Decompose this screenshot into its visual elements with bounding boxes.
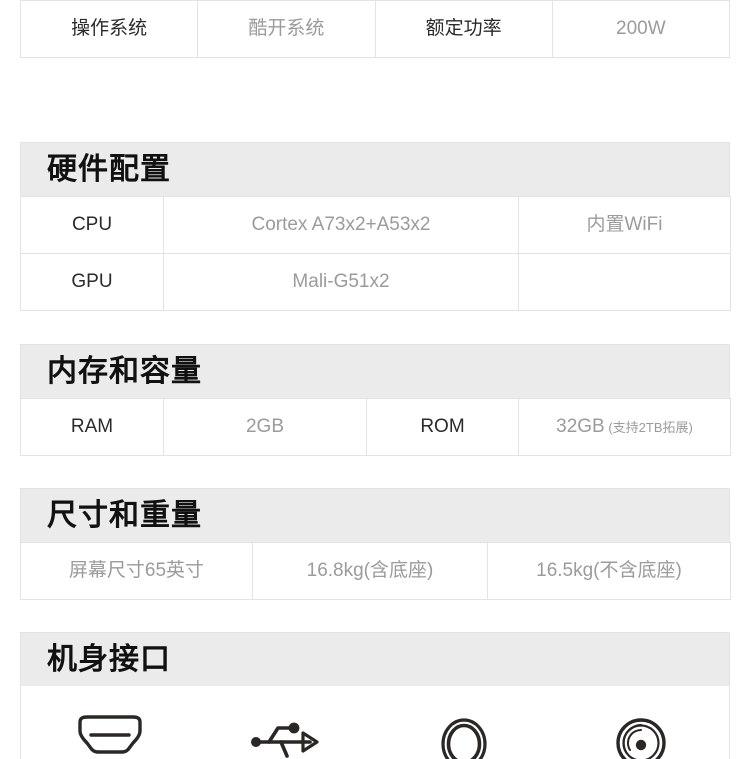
memory-spec-block: RAM 2GB ROM 32GB (支持2TB拓展) xyxy=(20,398,731,456)
basic-spec-table: 产品型号P50分辨率3840*2160操作系统酷开系统额定功率200W xyxy=(19,0,731,58)
table-cell: 操作系统 xyxy=(19,0,199,58)
memory-spec-table: RAM 2GB ROM 32GB (支持2TB拓展) xyxy=(20,398,731,456)
usb-port-icon xyxy=(247,714,327,759)
port-item-hdmi xyxy=(21,686,198,759)
av-jack-port-icon xyxy=(436,714,492,759)
section-header-hardware: 硬件配置 xyxy=(20,142,730,197)
table-cell xyxy=(518,253,731,311)
table-cell: 2GB xyxy=(163,398,367,456)
section-title-memory: 内存和容量 xyxy=(47,355,202,388)
port-item-av-jack xyxy=(375,686,552,759)
table-cell: 额定功率 xyxy=(374,0,553,58)
table-row: 屏幕尺寸65英寸 16.8kg(含底座) 16.5kg(不含底座) xyxy=(20,542,731,600)
section-title-hardware: 硬件配置 xyxy=(47,153,171,186)
table-cell: Cortex A73x2+A53x2 xyxy=(163,196,519,254)
hardware-spec-block: CPU Cortex A73x2+A53x2 内置WiFi GPU Mali-G51x2 xyxy=(20,196,731,311)
table-cell: 酷开系统 xyxy=(197,0,376,58)
table-cell: CPU xyxy=(20,196,164,254)
basic-spec-block: 产品型号P50分辨率3840*2160操作系统酷开系统额定功率200W xyxy=(19,0,731,58)
table-cell: 16.8kg(含底座) xyxy=(252,542,488,600)
table-cell: 16.5kg(不含底座) xyxy=(487,542,731,600)
table-cell: ROM xyxy=(366,398,519,456)
hardware-spec-table: CPU Cortex A73x2+A53x2 内置WiFi GPU Mali-G51x2 xyxy=(20,196,731,311)
size-weight-spec-table: 屏幕尺寸65英寸 16.8kg(含底座) 16.5kg(不含底座) xyxy=(20,542,731,600)
table-cell: 200W xyxy=(551,0,731,58)
table-cell-note: (支持2TB拓展) xyxy=(604,420,693,436)
table-cell: 32GB (支持2TB拓展) xyxy=(518,398,731,456)
table-cell: RAM xyxy=(20,398,164,456)
port-item-usb xyxy=(198,686,375,759)
section-header-size-weight: 尺寸和重量 xyxy=(20,488,730,543)
table-cell: GPU xyxy=(20,253,164,311)
section-title-ports: 机身接口 xyxy=(47,643,171,676)
table-cell: 屏幕尺寸65英寸 xyxy=(20,542,253,600)
port-item-coaxial xyxy=(552,686,729,759)
table-row: CPU Cortex A73x2+A53x2 内置WiFi xyxy=(20,196,731,254)
coaxial-port-icon xyxy=(612,714,670,759)
table-cell: Mali-G51x2 xyxy=(163,253,519,311)
table-row: GPU Mali-G51x2 xyxy=(20,253,731,311)
size-weight-spec-block: 屏幕尺寸65英寸 16.8kg(含底座) 16.5kg(不含底座) xyxy=(20,542,731,600)
ports-icon-row xyxy=(20,686,730,759)
section-header-memory: 内存和容量 xyxy=(20,344,730,399)
hdmi-port-icon xyxy=(74,714,146,759)
section-title-size-weight: 尺寸和重量 xyxy=(47,499,202,532)
spec-sheet-page: 产品型号P50分辨率3840*2160操作系统酷开系统额定功率200W 硬件配置… xyxy=(0,0,750,759)
table-cell: 内置WiFi xyxy=(518,196,731,254)
table-row: 操作系统 酷开系统 额定功率 200W xyxy=(19,0,731,58)
section-header-ports: 机身接口 xyxy=(20,632,730,687)
table-row: RAM 2GB ROM 32GB (支持2TB拓展) xyxy=(20,398,731,456)
